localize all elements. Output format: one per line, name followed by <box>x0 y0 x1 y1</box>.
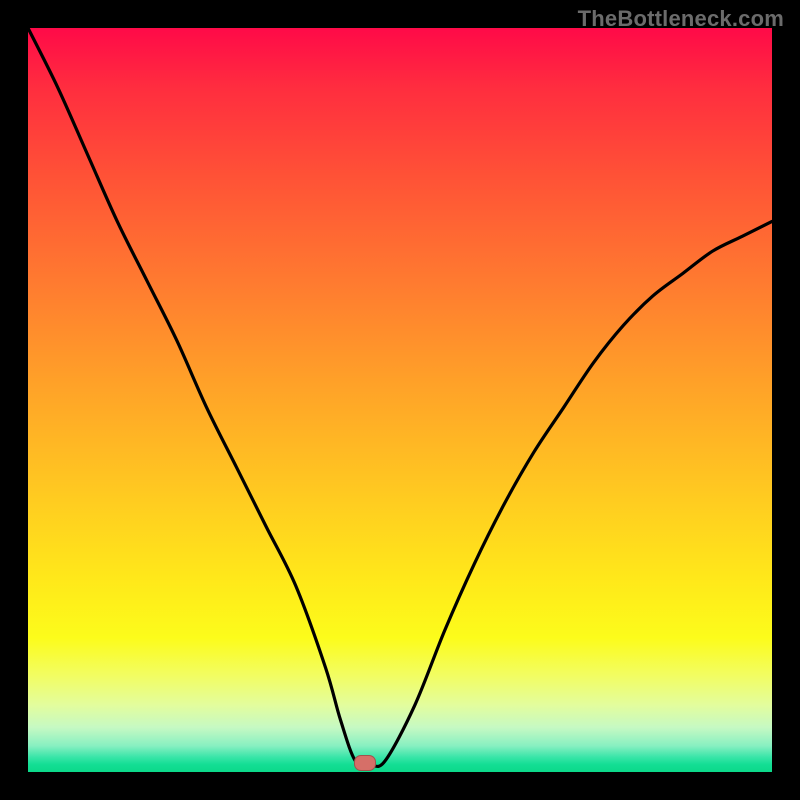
valley-marker <box>354 755 376 771</box>
bottleneck-curve <box>28 28 772 772</box>
watermark-text: TheBottleneck.com <box>578 6 784 32</box>
plot-area <box>28 28 772 772</box>
outer-frame: TheBottleneck.com <box>0 0 800 800</box>
